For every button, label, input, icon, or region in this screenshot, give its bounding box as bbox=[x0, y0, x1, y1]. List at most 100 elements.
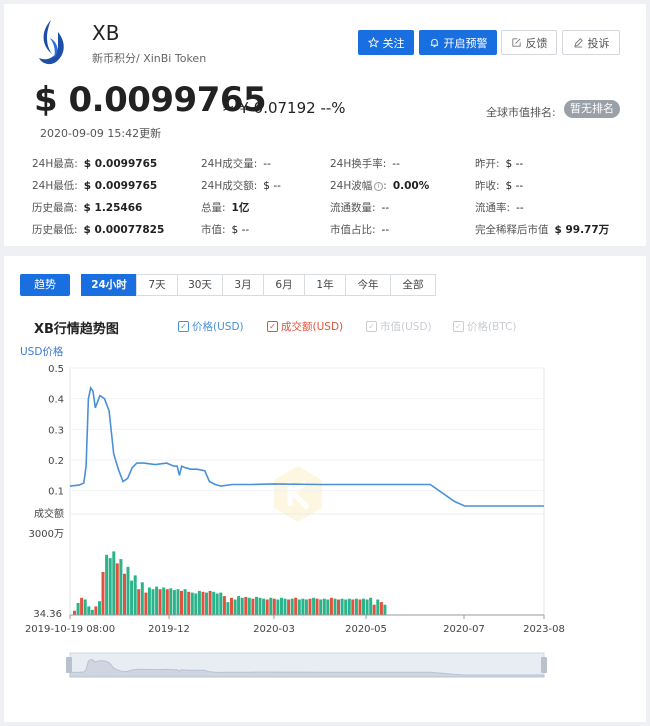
volume-bar bbox=[312, 597, 316, 615]
volume-bar bbox=[337, 599, 340, 615]
bell-icon bbox=[430, 38, 438, 48]
volume-bar bbox=[144, 592, 148, 615]
range-navigator[interactable] bbox=[66, 652, 547, 678]
volume-bar bbox=[80, 597, 84, 615]
volume-bar bbox=[190, 592, 194, 615]
volume-bar bbox=[73, 610, 76, 615]
volume-bar bbox=[258, 597, 262, 615]
coin-overview-card: XB 新币积分/ XinBi Token 关注 开启预警 反馈 投诉 $ 0.0… bbox=[4, 4, 646, 246]
volume-bar bbox=[251, 598, 255, 615]
volume-bar bbox=[244, 596, 248, 615]
volume-bar bbox=[347, 598, 351, 615]
info-icon[interactable]: i bbox=[374, 182, 384, 191]
volume-bar bbox=[133, 575, 137, 615]
volume-bar bbox=[354, 598, 358, 615]
volume-bar bbox=[151, 589, 155, 615]
x-tick-label: 2019-12 bbox=[148, 624, 190, 635]
x-tick-label: 2020-05 bbox=[345, 624, 387, 635]
volume-bar bbox=[226, 602, 230, 615]
volume-bar bbox=[119, 559, 123, 615]
stat-prev-open: 昨开: $ -- bbox=[475, 158, 524, 170]
y-tick-label: 0.4 bbox=[48, 395, 64, 406]
volume-bar bbox=[255, 596, 258, 615]
volume-tick-max: 3000万 bbox=[29, 529, 64, 540]
follow-label: 关注 bbox=[382, 36, 405, 50]
navigator-right-handle[interactable] bbox=[541, 657, 547, 673]
volume-bar bbox=[304, 599, 308, 615]
follow-button[interactable]: 关注 bbox=[358, 30, 414, 55]
x-tick-label: 2019-10-19 08:00 bbox=[25, 624, 115, 635]
volume-bar bbox=[287, 599, 291, 615]
volume-bar bbox=[265, 599, 269, 615]
volume-bar bbox=[344, 599, 348, 615]
volume-bar bbox=[333, 598, 337, 615]
coin-symbol: XB bbox=[92, 21, 120, 45]
volume-bar bbox=[383, 604, 387, 615]
complaint-button[interactable]: 投诉 bbox=[562, 30, 620, 55]
volume-bar bbox=[376, 599, 380, 615]
star-icon bbox=[367, 37, 379, 48]
navigator-left-handle[interactable] bbox=[66, 657, 72, 673]
stat-24h-high: 24H最高: $ 0.0099765 bbox=[32, 158, 158, 170]
feedback-label: 反馈 bbox=[525, 36, 548, 50]
stat-market-cap: 市值: $ -- bbox=[201, 224, 250, 236]
coin-full-name: 新币积分/ XinBi Token bbox=[92, 52, 207, 65]
rank-label: 全球市值排名: bbox=[486, 106, 556, 119]
volume-bar bbox=[137, 589, 141, 615]
volume-bar bbox=[301, 598, 305, 615]
volume-bar bbox=[183, 589, 187, 615]
stat-circulation-rate: 流通率: -- bbox=[475, 202, 524, 214]
volume-bar bbox=[147, 587, 151, 615]
volume-bar bbox=[379, 602, 383, 615]
volume-bar bbox=[98, 601, 101, 615]
pencil-icon bbox=[573, 38, 583, 48]
stat-market-cap-share: 市值占比: -- bbox=[330, 224, 390, 236]
stat-24h-amount: 24H成交额: $ -- bbox=[201, 180, 281, 192]
volume-bar bbox=[155, 586, 159, 615]
stat-24h-volume: 24H成交量: -- bbox=[201, 158, 271, 170]
volume-bar bbox=[208, 590, 212, 615]
y-tick-label: 0.5 bbox=[48, 364, 64, 375]
volume-bar bbox=[315, 598, 319, 615]
volume-bar bbox=[372, 604, 376, 615]
y-tick-label: 0.1 bbox=[48, 487, 64, 498]
volume-bar bbox=[87, 606, 91, 615]
x-tick-label: 2020-03 bbox=[253, 624, 295, 635]
volume-bar bbox=[105, 554, 109, 615]
volume-bar bbox=[130, 580, 134, 615]
rank-badge: 暂无排名 bbox=[564, 100, 620, 118]
y-tick-label: 0.3 bbox=[48, 425, 64, 436]
volume-bar bbox=[247, 597, 251, 615]
volume-bar bbox=[123, 573, 126, 615]
volume-bar bbox=[187, 591, 191, 615]
volume-bar bbox=[176, 589, 180, 615]
y-tick-label: 0.2 bbox=[48, 456, 64, 467]
volume-bar bbox=[158, 589, 162, 615]
volume-bar bbox=[290, 598, 294, 615]
feedback-button[interactable]: 反馈 bbox=[501, 30, 557, 55]
volume-bar bbox=[83, 599, 87, 615]
complaint-label: 投诉 bbox=[587, 36, 610, 50]
volume-bar bbox=[194, 593, 198, 615]
edit-icon bbox=[511, 38, 521, 47]
volume-bar bbox=[269, 597, 273, 615]
volume-bar bbox=[101, 572, 105, 615]
x-tick-label: 2023-08 bbox=[523, 624, 565, 635]
volume-bar bbox=[169, 588, 173, 615]
volume-bar bbox=[365, 599, 369, 615]
volume-bar bbox=[215, 593, 219, 615]
price-alert-button[interactable]: 开启预警 bbox=[419, 30, 497, 55]
stat-total-supply: 总量: 1亿 bbox=[201, 202, 250, 214]
price-trend-chart: USD价格 0.1 0.2 0.3 0.4 0.5 2019-10-19 08:00 201… bbox=[20, 345, 565, 678]
volume-bar bbox=[308, 598, 312, 615]
volume-bar bbox=[351, 599, 355, 615]
volume-bar bbox=[329, 597, 333, 615]
volume-bar bbox=[201, 591, 205, 615]
volume-bar bbox=[230, 597, 233, 615]
volume-bar bbox=[172, 590, 176, 615]
volume-bar bbox=[94, 606, 98, 615]
volume-bar bbox=[358, 599, 362, 615]
stat-24h-volatility: 24H波幅 i:0.00% bbox=[330, 180, 430, 192]
stat-all-time-low: 历史最低: $ 0.00077825 bbox=[32, 224, 165, 236]
volume-bar bbox=[90, 609, 94, 615]
